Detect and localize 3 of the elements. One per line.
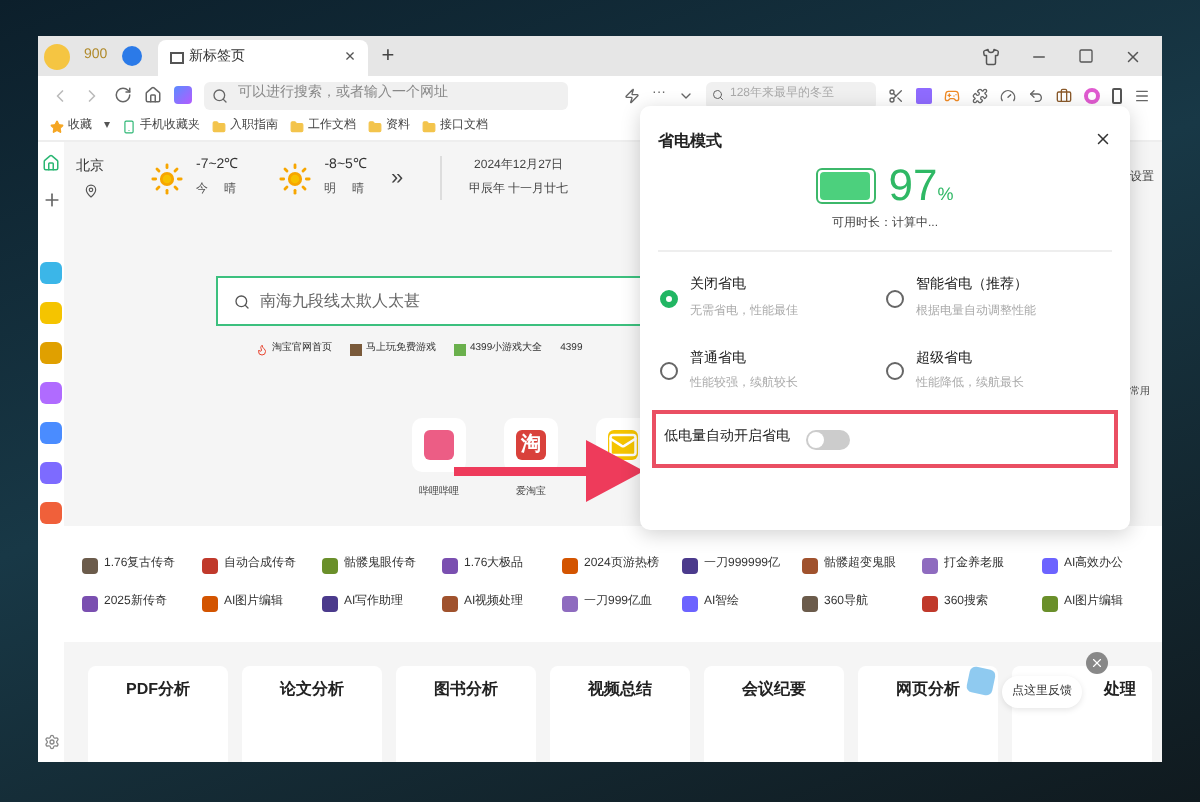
battery-percent: 97 bbox=[888, 164, 938, 208]
percent-sign: % bbox=[937, 181, 954, 207]
popup-title: 省电模式 bbox=[658, 130, 722, 154]
